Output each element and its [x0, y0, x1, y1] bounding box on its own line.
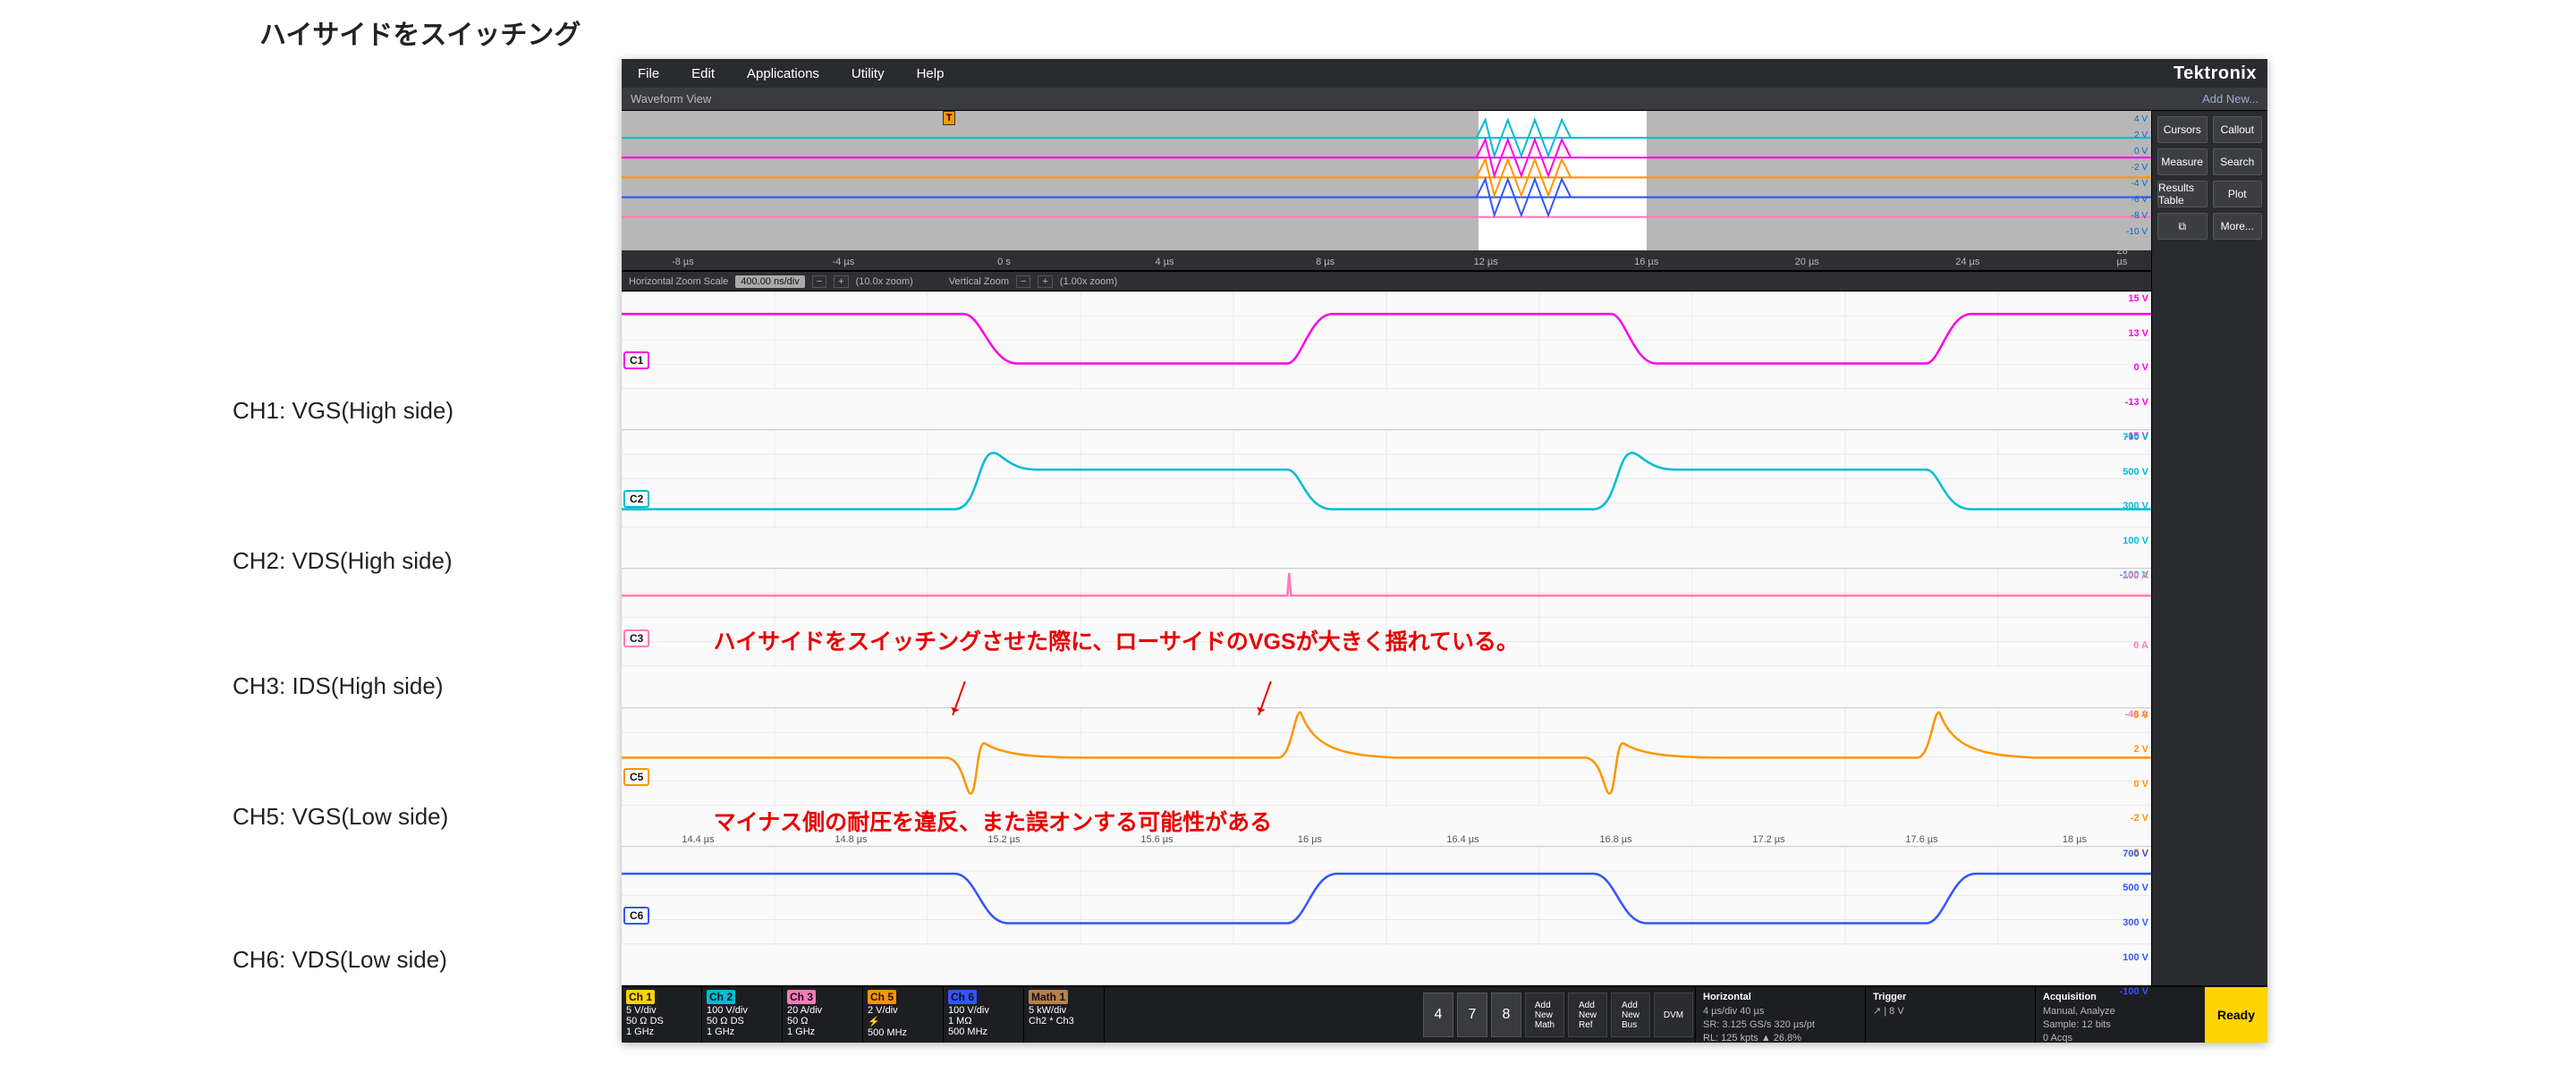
- waveform-panes: C115 V13 V0 V-13 V-15 VC2700 V500 V300 V…: [622, 291, 2151, 985]
- vt-zoom-minus[interactable]: −: [1016, 275, 1030, 288]
- y-axis-label: 100 V: [2123, 953, 2148, 963]
- y-axis-label: 700 V: [2123, 849, 2148, 859]
- tool-measure-button[interactable]: Measure: [2157, 148, 2207, 175]
- menu-edit[interactable]: Edit: [675, 66, 731, 81]
- tool---button[interactable]: ⧉: [2157, 213, 2207, 240]
- y-axis-label: 2 V: [2133, 745, 2148, 755]
- info-trigger[interactable]: Trigger↗ | 8 V: [1865, 987, 2035, 1043]
- hz-zoom-factor: (10.0x zoom): [856, 276, 913, 287]
- hz-zoom-label: Horizontal Zoom Scale: [629, 276, 728, 287]
- chbar-math1[interactable]: Math 15 kW/divCh2 * Ch3: [1024, 987, 1105, 1043]
- tool-results-table-button[interactable]: Results Table: [2157, 181, 2207, 207]
- y-axis-label: 300 V: [2123, 918, 2148, 928]
- y-axis-label: -100 V: [2120, 987, 2148, 997]
- add-add-new-math-button[interactable]: AddNewMath: [1525, 993, 1564, 1037]
- zoom-control-bar: Horizontal Zoom Scale 400.00 ns/div − + …: [622, 272, 2151, 291]
- vt-zoom-label: Vertical Zoom: [949, 276, 1009, 287]
- vt-zoom-plus[interactable]: +: [1038, 275, 1052, 288]
- oscilloscope-app: FileEditApplicationsUtilityHelp Tektroni…: [622, 59, 2267, 1043]
- info-horizontal[interactable]: Horizontal4 µs/div 40 µsSR: 3.125 GS/s 3…: [1695, 987, 1865, 1043]
- external-channel-label: CH1: VGS(High side): [233, 397, 453, 425]
- hz-zoom-value[interactable]: 400.00 ns/div: [735, 275, 804, 288]
- add-dvm-button[interactable]: DVM: [1654, 993, 1693, 1037]
- slot-8-button[interactable]: 8: [1491, 993, 1521, 1037]
- chbar-ch3[interactable]: Ch 320 A/div50 Ω1 GHz: [783, 987, 863, 1043]
- y-axis-label: 5 V: [2133, 711, 2148, 721]
- annotation-text: ハイサイドをスイッチングさせた際に、ローサイドのVGSが大きく揺れている。: [714, 624, 1519, 656]
- pane-c1[interactable]: C115 V13 V0 V-13 V-15 V: [622, 291, 2151, 430]
- annotation-text: マイナス側の耐圧を違反、また誤オンする可能性がある: [714, 805, 1273, 837]
- y-axis-label: 300 V: [2123, 502, 2148, 511]
- y-axis-label: 700 V: [2123, 433, 2148, 443]
- channel-badge-c1[interactable]: C1: [623, 351, 649, 369]
- chbar-ch6[interactable]: Ch 6100 V/div1 MΩ500 MHz: [944, 987, 1024, 1043]
- y-axis-label: 0 V: [2133, 780, 2148, 790]
- y-axis-label: 100 A: [2123, 571, 2148, 581]
- channel-bar: Ch 15 V/div50 Ω DS1 GHzCh 2100 V/div50 Ω…: [622, 985, 2267, 1043]
- overview-time-axis: -8 µs-4 µs0 s4 µs8 µs12 µs16 µs20 µs24 µ…: [622, 250, 2151, 270]
- y-axis-label: 15 V: [2128, 294, 2148, 304]
- tool-plot-button[interactable]: Plot: [2213, 181, 2263, 207]
- hz-zoom-minus[interactable]: −: [812, 275, 826, 288]
- overview-pane[interactable]: 4 V2 V0 V-2 V-4 V-6 V-8 V-10 V -8 µs-4 µ…: [622, 111, 2151, 272]
- y-axis-label: -13 V: [2125, 398, 2148, 408]
- view-title: Waveform View: [631, 92, 711, 106]
- tool-cursors-button[interactable]: Cursors: [2157, 116, 2207, 143]
- y-axis-label: 500 V: [2123, 468, 2148, 477]
- trigger-marker-icon[interactable]: T: [943, 111, 955, 125]
- y-axis-label: -2 V: [2131, 814, 2148, 824]
- hz-zoom-plus[interactable]: +: [834, 275, 848, 288]
- menu-bar: FileEditApplicationsUtilityHelp Tektroni…: [622, 59, 2267, 88]
- brand-logo: Tektronix: [2174, 63, 2267, 84]
- add-add-new-bus-button[interactable]: AddNewBus: [1611, 993, 1650, 1037]
- vt-zoom-factor: (1.00x zoom): [1060, 276, 1117, 287]
- y-axis-label: 100 V: [2123, 536, 2148, 546]
- external-channel-label: CH3: IDS(High side): [233, 672, 444, 700]
- pane-c2[interactable]: C2700 V500 V300 V100 V-100 V: [622, 430, 2151, 569]
- channel-badge-c6[interactable]: C6: [623, 907, 649, 925]
- channel-badge-c3[interactable]: C3: [623, 629, 649, 647]
- menu-file[interactable]: File: [622, 66, 675, 81]
- menu-applications[interactable]: Applications: [731, 66, 835, 81]
- channel-badge-c5[interactable]: C5: [623, 768, 649, 786]
- slot-7-button[interactable]: 7: [1457, 993, 1487, 1037]
- right-toolbar: CursorsCalloutMeasureSearchResults Table…: [2151, 111, 2267, 985]
- page-title: ハイサイドをスイッチング: [259, 13, 580, 52]
- external-channel-label: CH2: VDS(High side): [233, 547, 453, 575]
- overview-plot: [622, 111, 2151, 255]
- ready-indicator: Ready: [2205, 987, 2267, 1043]
- y-axis-label: 500 V: [2123, 883, 2148, 893]
- channel-badge-c2[interactable]: C2: [623, 490, 649, 508]
- sub-bar: Waveform View Add New...: [622, 88, 2267, 111]
- external-channel-label: CH5: VGS(Low side): [233, 803, 448, 831]
- chbar-ch5[interactable]: Ch 52 V/div⚡500 MHz: [863, 987, 944, 1043]
- chbar-ch2[interactable]: Ch 2100 V/div50 Ω DS1 GHz: [702, 987, 783, 1043]
- external-channel-label: CH6: VDS(Low side): [233, 946, 447, 974]
- slot-4-button[interactable]: 4: [1423, 993, 1453, 1037]
- tool-callout-button[interactable]: Callout: [2213, 116, 2263, 143]
- y-axis-label: 13 V: [2128, 329, 2148, 339]
- pane-c6[interactable]: C6700 V500 V300 V100 V-100 V: [622, 847, 2151, 985]
- chbar-ch1[interactable]: Ch 15 V/div50 Ω DS1 GHz: [622, 987, 702, 1043]
- y-axis-label: 0 A: [2133, 641, 2148, 651]
- y-axis-label: 0 V: [2133, 363, 2148, 373]
- tool-search-button[interactable]: Search: [2213, 148, 2263, 175]
- menu-help[interactable]: Help: [901, 66, 961, 81]
- add-add-new-ref-button[interactable]: AddNewRef: [1568, 993, 1607, 1037]
- tool-more--button[interactable]: More...: [2213, 213, 2263, 240]
- menu-utility[interactable]: Utility: [835, 66, 901, 81]
- add-new-link[interactable]: Add New...: [2202, 92, 2258, 106]
